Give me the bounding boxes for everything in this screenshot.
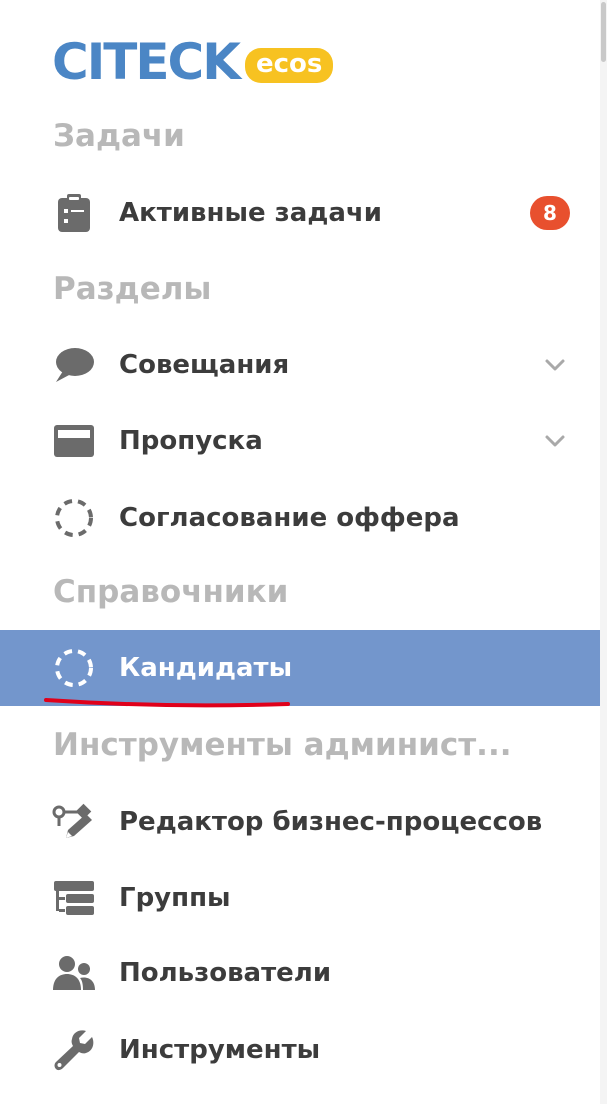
sidebar-item-label: Согласование оффера	[119, 503, 460, 533]
sidebar-item-active-tasks[interactable]: Активные задачи 8	[0, 175, 600, 251]
users-icon	[52, 951, 96, 995]
logo[interactable]: CITECK ecos	[52, 33, 334, 91]
sidebar: CITECK ecos Задачи Активные задачи 8 Раз…	[0, 0, 600, 1104]
sidebar-item-users[interactable]: Пользователи	[0, 935, 600, 1011]
logo-badge: ecos	[245, 47, 334, 83]
process-editor-icon	[52, 800, 96, 844]
sidebar-item-passes[interactable]: Пропуска	[0, 403, 600, 479]
scrollbar[interactable]	[600, 0, 607, 1104]
sidebar-item-tools[interactable]: Инструменты	[0, 1012, 600, 1088]
dashed-circle-icon	[52, 646, 96, 690]
sidebar-item-label: Инструменты	[119, 1035, 321, 1065]
sidebar-item-label: Пропуска	[119, 426, 263, 456]
section-title-directories: Справочники	[53, 574, 289, 610]
sidebar-item-groups[interactable]: Группы	[0, 860, 600, 936]
chevron-down-icon[interactable]	[542, 352, 568, 378]
clipboard-icon	[52, 191, 96, 235]
annotation-underline	[44, 698, 290, 708]
section-title-tasks: Задачи	[53, 118, 185, 154]
sidebar-item-label: Кандидаты	[119, 653, 293, 683]
dashed-circle-icon	[52, 496, 96, 540]
sidebar-item-label: Совещания	[119, 350, 290, 380]
sidebar-item-meetings[interactable]: Совещания	[0, 327, 600, 403]
card-icon	[52, 419, 96, 463]
sidebar-item-bp-editor[interactable]: Редактор бизнес-процессов	[0, 784, 600, 860]
sidebar-item-label: Редактор бизнес-процессов	[119, 807, 543, 837]
sidebar-item-label: Пользователи	[119, 958, 332, 988]
scrollbar-thumb[interactable]	[601, 2, 606, 62]
sidebar-item-label: Группы	[119, 883, 231, 913]
section-title-sections: Разделы	[53, 271, 212, 307]
section-title-admin-tools: Инструменты админист...	[53, 727, 512, 763]
task-count-badge: 8	[530, 196, 570, 230]
logo-word: CITECK	[52, 33, 241, 91]
wrench-icon	[52, 1028, 96, 1072]
groups-icon	[52, 876, 96, 920]
chevron-down-icon[interactable]	[542, 428, 568, 454]
sidebar-item-label: Активные задачи	[119, 198, 382, 228]
speech-bubble-icon	[52, 343, 96, 387]
sidebar-item-offer-approval[interactable]: Согласование оффера	[0, 480, 600, 556]
